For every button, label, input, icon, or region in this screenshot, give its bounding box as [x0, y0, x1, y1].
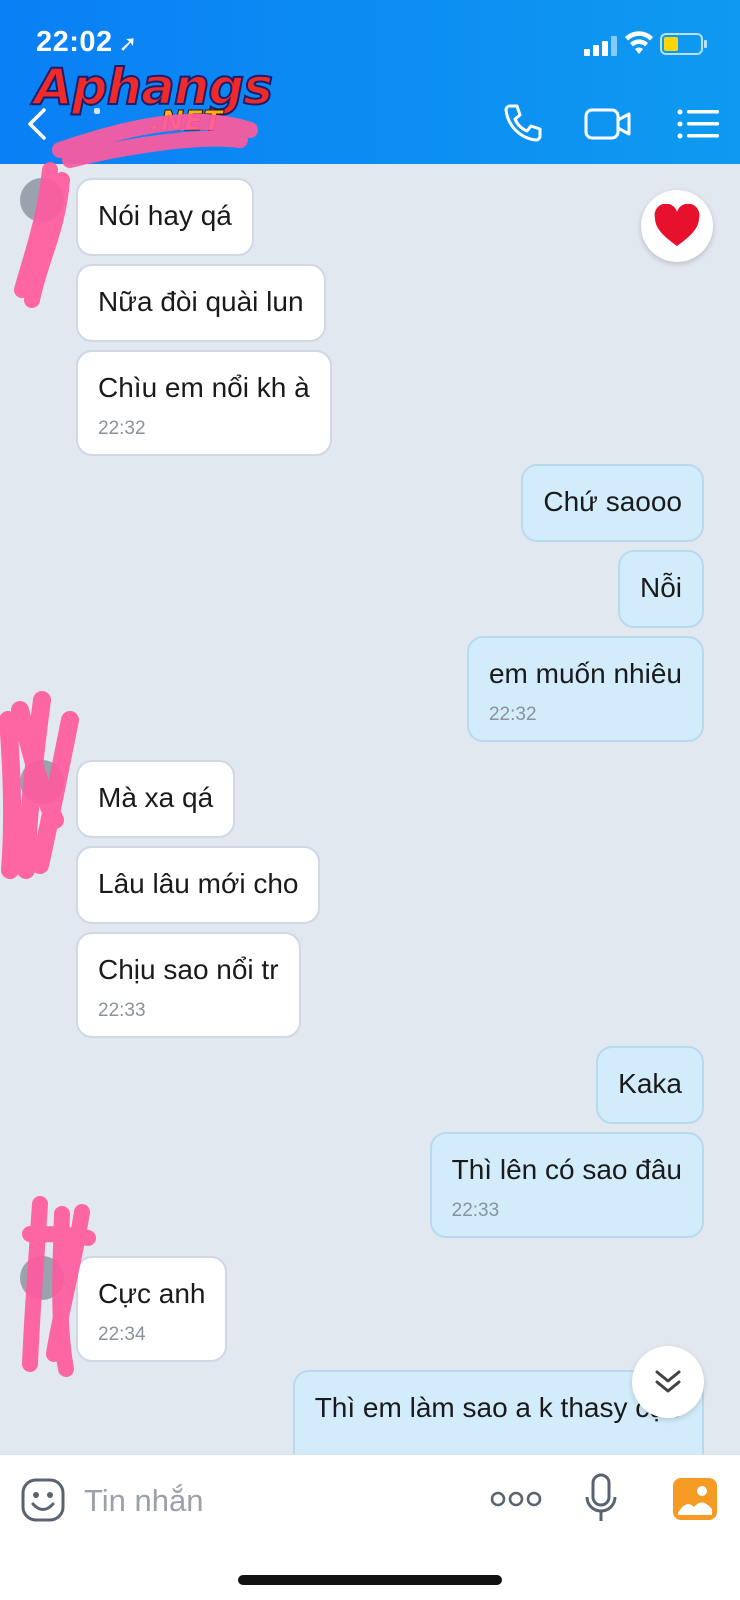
location-arrow-icon: ➚ — [118, 31, 138, 56]
video-icon[interactable] — [584, 100, 632, 148]
message-text: Thì em làm sao a k thasy cực — [314, 1392, 682, 1423]
composer-bar — [0, 1454, 740, 1600]
message-outgoing[interactable]: Thì lên có sao đâu 22:33 — [429, 1132, 704, 1238]
phone-icon[interactable] — [498, 100, 546, 148]
watermark-logo: Aphangs .NET — [33, 57, 274, 150]
message-outgoing[interactable]: em muốn nhiêu 22:32 — [466, 636, 704, 742]
microphone-icon[interactable] — [584, 1473, 618, 1525]
chat-header: 22:02 ➚ Aphangs .NET — [0, 0, 740, 164]
message-text: em muốn nhiêu — [488, 658, 682, 689]
scroll-down-button[interactable] — [632, 1346, 704, 1418]
message-outgoing[interactable]: Kaka — [596, 1046, 704, 1124]
more-icon[interactable] — [490, 1487, 542, 1511]
message-time: 22:32 — [98, 418, 146, 439]
home-indicator — [238, 1575, 502, 1585]
status-time: 22:02 ➚ — [36, 26, 138, 58]
avatar[interactable] — [20, 760, 64, 804]
message-time: 22:33 — [98, 1000, 146, 1021]
message-input[interactable] — [84, 1477, 464, 1525]
avatar[interactable] — [20, 1256, 64, 1300]
message-incoming[interactable]: Nữa đòi quài lun — [76, 264, 326, 342]
message-text: Kaka — [618, 1068, 682, 1099]
message-list[interactable]: Nói hay qá Nữa đòi quài lun Chìu em nổi … — [0, 164, 740, 1454]
menu-icon[interactable] — [676, 100, 720, 148]
message-text: Thì lên có sao đâu — [451, 1154, 682, 1185]
message-text: Cực anh — [98, 1278, 206, 1309]
signal-icon — [584, 36, 617, 56]
message-text: Mà xa qá — [98, 782, 214, 813]
reaction-button[interactable] — [641, 190, 713, 262]
message-time: 22:32 — [488, 704, 537, 725]
message-text: Nói hay qá — [98, 200, 232, 231]
avatar[interactable] — [20, 178, 64, 222]
heart-icon — [654, 204, 700, 246]
battery-icon — [660, 33, 707, 55]
message-incoming[interactable]: Mà xa qá — [76, 760, 236, 838]
chevron-double-down-icon — [655, 1370, 681, 1393]
message-incoming[interactable]: Chịu sao nổi tr 22:33 — [76, 932, 301, 1038]
message-text: Nỗi — [639, 572, 682, 603]
image-icon[interactable] — [672, 1477, 718, 1521]
wifi-icon — [625, 31, 653, 54]
message-outgoing[interactable]: Chứ saooo — [521, 464, 704, 542]
message-outgoing[interactable]: Nỗi — [617, 550, 704, 628]
message-incoming[interactable]: Nói hay qá — [76, 178, 254, 256]
message-text: Chịu sao nổi tr — [98, 954, 279, 985]
watermark-domain: .NET — [149, 104, 223, 138]
message-incoming[interactable]: Chìu em nổi kh à 22:32 — [76, 350, 332, 456]
message-time: 22:34 — [98, 1324, 146, 1345]
message-text: Chứ saooo — [543, 486, 682, 517]
message-text: Chìu em nổi kh à — [98, 372, 310, 403]
message-text: Nữa đòi quài lun — [98, 286, 304, 317]
message-time: 22:33 — [451, 1200, 500, 1221]
message-text: Lâu lâu mới cho — [98, 868, 299, 899]
message-incoming[interactable]: Cực anh 22:34 — [76, 1256, 228, 1362]
message-incoming[interactable]: Lâu lâu mới cho — [76, 846, 321, 924]
emoji-icon[interactable] — [20, 1477, 66, 1523]
